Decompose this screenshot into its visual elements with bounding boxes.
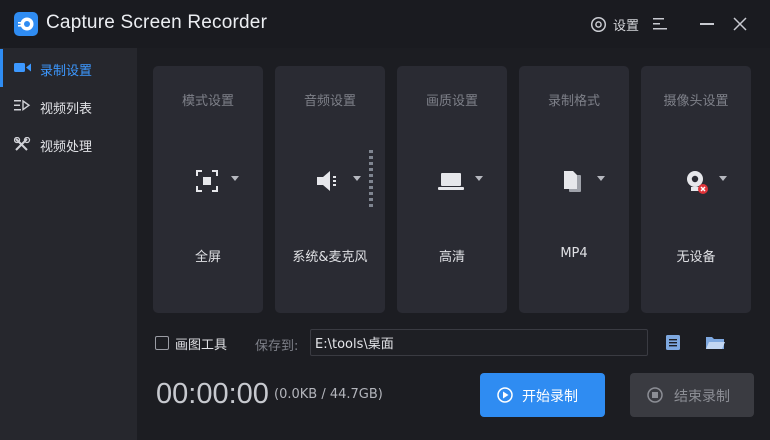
app-logo-icon [14,12,38,36]
card-value: 无设备 [676,250,716,265]
sidebar: 录制设置 视频列表 视频处理 [0,48,137,440]
close-icon[interactable] [733,17,747,31]
list-icon[interactable] [665,334,681,351]
webcam-settings-card[interactable]: 摄像头设置 无设备 [641,66,751,313]
save-to-label: 保存到: [255,339,299,354]
recording-timer: 00:00:00 [156,378,269,410]
title-bar: Capture Screen Recorder 设置 [0,0,770,48]
card-title: 摄像头设置 [663,94,729,109]
minimize-icon[interactable] [700,23,714,25]
sidebar-item-video-processing[interactable]: 视频处理 [0,125,137,163]
card-title: 录制格式 [547,94,600,109]
card-title: 画质设置 [425,94,478,109]
stop-icon [647,387,663,403]
sidebar-item-record-settings[interactable]: 录制设置 [0,49,137,87]
save-path-input[interactable] [310,329,648,356]
chevron-down-icon[interactable] [475,176,483,181]
gear-icon[interactable] [590,16,607,33]
storage-info: (0.0KB / 44.7GB) [274,387,383,402]
audio-settings-card[interactable]: 音频设置 系统&麦克风 [275,66,385,313]
settings-button[interactable]: 设置 [613,15,639,34]
draw-tool-label[interactable]: 画图工具 [175,334,227,353]
stop-recording-button[interactable]: 结束录制 [630,373,754,417]
app-title: Capture Screen Recorder [46,12,268,33]
card-title: 音频设置 [303,94,356,109]
laptop-icon [438,173,464,190]
volume-meter [369,150,373,210]
card-title: 模式设置 [181,94,234,109]
video-list-icon [14,99,31,111]
mode-settings-card[interactable]: 模式设置 全屏 [153,66,263,313]
card-value: 高清 [438,250,465,265]
play-icon [497,387,513,403]
quality-settings-card[interactable]: 画质设置 高清 [397,66,507,313]
sidebar-item-label: 视频处理 [40,140,93,155]
chevron-down-icon[interactable] [231,176,239,181]
card-value: 系统&麦克风 [292,250,368,265]
sidebar-item-label: 录制设置 [40,64,93,79]
format-settings-card[interactable]: 录制格式 MP4 [519,66,629,313]
chevron-down-icon[interactable] [597,176,605,181]
stop-recording-label: 结束录制 [674,389,730,405]
chevron-down-icon[interactable] [353,176,361,181]
camera-icon [14,63,31,72]
folder-icon[interactable] [705,334,725,351]
speaker-icon [317,171,336,191]
card-value: MP4 [560,246,588,261]
sidebar-item-video-list[interactable]: 视频列表 [0,87,137,125]
start-recording-button[interactable]: 开始录制 [480,373,605,417]
tools-icon [14,137,31,151]
draw-tool-checkbox[interactable] [155,336,169,350]
sidebar-item-label: 视频列表 [40,102,93,117]
card-value: 全屏 [194,250,221,265]
file-format-icon [564,171,581,192]
chevron-down-icon[interactable] [719,176,727,181]
start-recording-label: 开始录制 [522,389,578,405]
webcam-icon [687,171,708,194]
menu-icon[interactable] [653,17,668,31]
fullscreen-icon [196,170,218,192]
